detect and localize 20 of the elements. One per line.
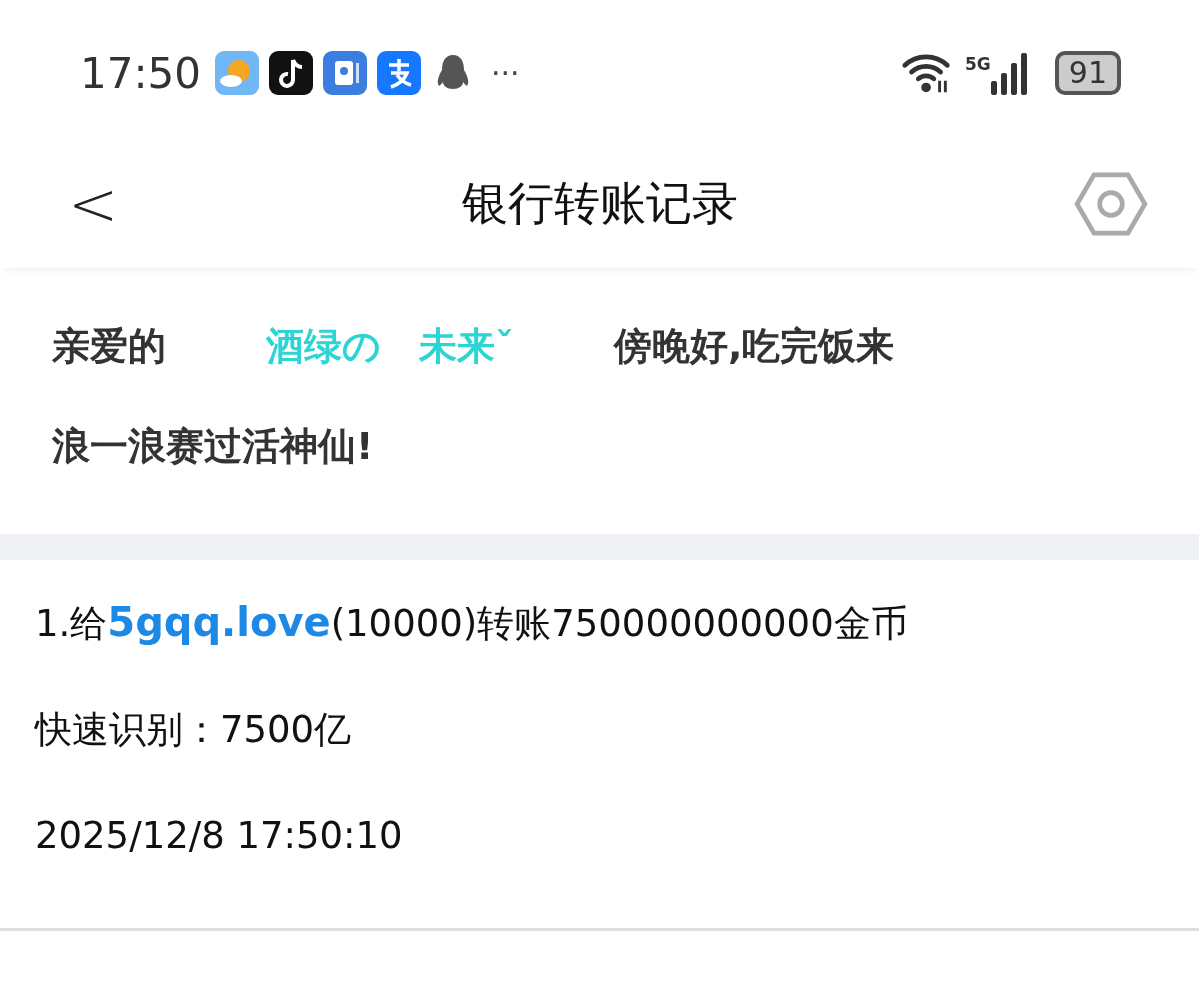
lightbulb-app-icon [323,51,368,95]
battery-indicator: 91 [1054,51,1121,95]
settings-icon[interactable] [1073,171,1149,237]
greeting-text: 傍晚好,吃完饭来 [614,324,895,368]
recipient-name: 5gqq.love [107,599,331,645]
user-name: 酒绿の 未来ˇ [266,324,514,368]
transfer-text: 1.给 [35,602,108,645]
quick-amount: 快速识别：7500亿 [35,708,352,751]
transfer-time: 2025/12/8 17:50:10 [35,814,403,857]
network-type: 5G [965,54,991,74]
greeting-text: 浪一浪赛过活神仙! [52,424,374,468]
more-notifications: ··· [491,55,520,91]
transfer-text: (10000)转账750000000000金币 [330,602,908,645]
back-button[interactable]: < [60,169,127,239]
page-title: 银行转账记录 [461,175,738,232]
status-time: 17:50 [80,48,202,98]
payment-app-icon [377,51,422,95]
music-note-app-icon [269,51,314,95]
greeting-text: 亲爱的 [52,324,166,368]
weather-app-icon [215,51,260,95]
